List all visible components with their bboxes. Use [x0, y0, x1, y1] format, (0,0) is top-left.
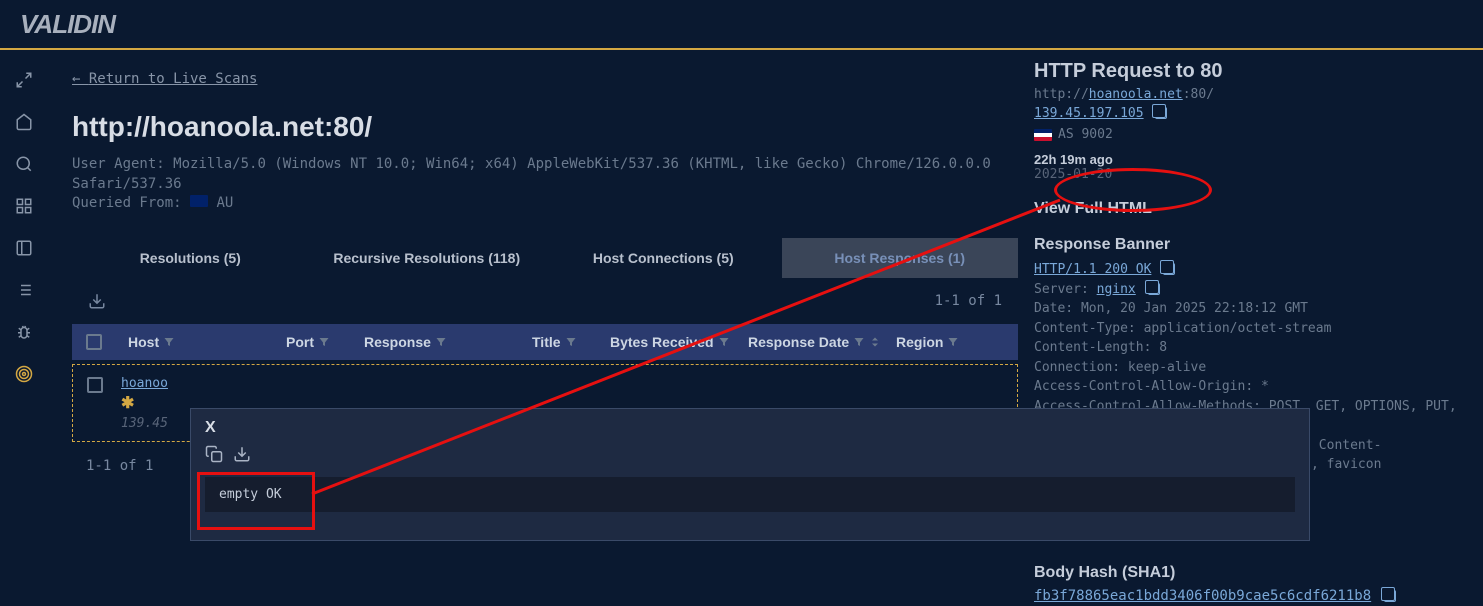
- home-icon[interactable]: [14, 112, 34, 132]
- time-ago: 22h 19m ago: [1034, 152, 1471, 167]
- bug-icon[interactable]: [14, 322, 34, 342]
- response-banner-heading: Response Banner: [1034, 236, 1471, 254]
- body-hash-heading: Body Hash (SHA1): [1034, 564, 1471, 582]
- copy-icon[interactable]: [205, 445, 223, 463]
- banner-server-label: Server:: [1034, 282, 1089, 297]
- list-icon[interactable]: [14, 280, 34, 300]
- banner-server-link[interactable]: nginx: [1097, 282, 1136, 297]
- panel-icon[interactable]: [14, 238, 34, 258]
- row-host-link[interactable]: hoanoo: [121, 376, 168, 391]
- ip-link[interactable]: 139.45.197.105: [1034, 106, 1144, 121]
- pager-top: 1-1 of 1: [935, 293, 1002, 309]
- flag-uk-icon: [1034, 129, 1052, 141]
- banner-ctype: Content-Type: application/octet-stream: [1034, 321, 1331, 336]
- return-link[interactable]: Return to Live Scans: [72, 71, 257, 87]
- flag-au-icon: [190, 195, 208, 207]
- col-region[interactable]: Region: [896, 334, 966, 350]
- tab-host-connections[interactable]: Host Connections (5): [545, 238, 782, 278]
- page-title: http://hoanoola.net:80/: [72, 111, 1018, 143]
- col-host[interactable]: Host: [128, 334, 278, 350]
- popup-content: empty OK: [205, 477, 1295, 512]
- grid-icon[interactable]: [14, 196, 34, 216]
- copy-icon[interactable]: [1148, 283, 1160, 295]
- col-date[interactable]: Response Date: [748, 334, 888, 350]
- row-ip: 139.45: [121, 416, 168, 431]
- time-date: 2025-01-20: [1034, 167, 1471, 182]
- banner-acao: Access-Control-Allow-Origin: *: [1034, 379, 1269, 394]
- tab-recursive[interactable]: Recursive Resolutions (118): [309, 238, 546, 278]
- table-header: Host Port Response Title Bytes Received …: [72, 324, 1018, 360]
- url-host-link[interactable]: hoanoola.net: [1089, 87, 1183, 102]
- filter-icon: [718, 336, 730, 348]
- copy-icon[interactable]: [1384, 590, 1396, 602]
- banner-conn: Connection: keep-alive: [1034, 360, 1206, 375]
- row-checkbox[interactable]: [87, 377, 103, 393]
- url-port: :80/: [1183, 87, 1214, 102]
- filter-icon: [435, 336, 447, 348]
- banner-status-link[interactable]: HTTP/1.1 200 OK: [1034, 262, 1151, 277]
- brand-logo: VALIDIN: [20, 9, 115, 40]
- filter-icon: [947, 336, 959, 348]
- url-scheme: http://: [1034, 87, 1089, 102]
- target-icon[interactable]: [14, 364, 34, 384]
- copy-icon[interactable]: [1163, 263, 1175, 275]
- filter-icon: [853, 336, 865, 348]
- asn-value: AS 9002: [1058, 127, 1113, 142]
- queried-from-value: AU: [216, 195, 233, 211]
- view-full-html[interactable]: View Full HTML: [1034, 200, 1471, 218]
- select-all-checkbox[interactable]: [86, 334, 102, 350]
- sort-icon: [869, 336, 881, 348]
- sidebar: [0, 50, 48, 606]
- close-icon[interactable]: X: [205, 419, 1295, 437]
- html-preview-popup: X empty OK: [190, 408, 1310, 541]
- search-icon[interactable]: [14, 154, 34, 174]
- tab-host-responses[interactable]: Host Responses (1): [782, 238, 1019, 278]
- copy-icon[interactable]: [1155, 107, 1167, 119]
- detail-heading: HTTP Request to 80: [1034, 60, 1471, 83]
- tab-resolutions[interactable]: Resolutions (5): [72, 238, 309, 278]
- filter-icon: [318, 336, 330, 348]
- col-response[interactable]: Response: [364, 334, 524, 350]
- body-hash-link[interactable]: fb3f78865eac1bdd3406f00b9cae5c6cdf6211b8: [1034, 588, 1371, 604]
- col-bytes[interactable]: Bytes Received: [610, 334, 740, 350]
- filter-icon: [163, 336, 175, 348]
- col-port[interactable]: Port: [286, 334, 356, 350]
- queried-from-label: Queried From:: [72, 195, 182, 211]
- expand-icon[interactable]: [14, 70, 34, 90]
- banner-date: Date: Mon, 20 Jan 2025 22:18:12 GMT: [1034, 301, 1308, 316]
- col-title[interactable]: Title: [532, 334, 602, 350]
- user-agent-label: User Agent:: [72, 156, 165, 172]
- user-agent-value: Mozilla/5.0 (Windows NT 10.0; Win64; x64…: [72, 156, 991, 192]
- download-icon[interactable]: [88, 292, 106, 310]
- tabs: Resolutions (5) Recursive Resolutions (1…: [72, 238, 1018, 278]
- filter-icon: [565, 336, 577, 348]
- banner-clen: Content-Length: 8: [1034, 340, 1167, 355]
- download-icon[interactable]: [233, 445, 251, 463]
